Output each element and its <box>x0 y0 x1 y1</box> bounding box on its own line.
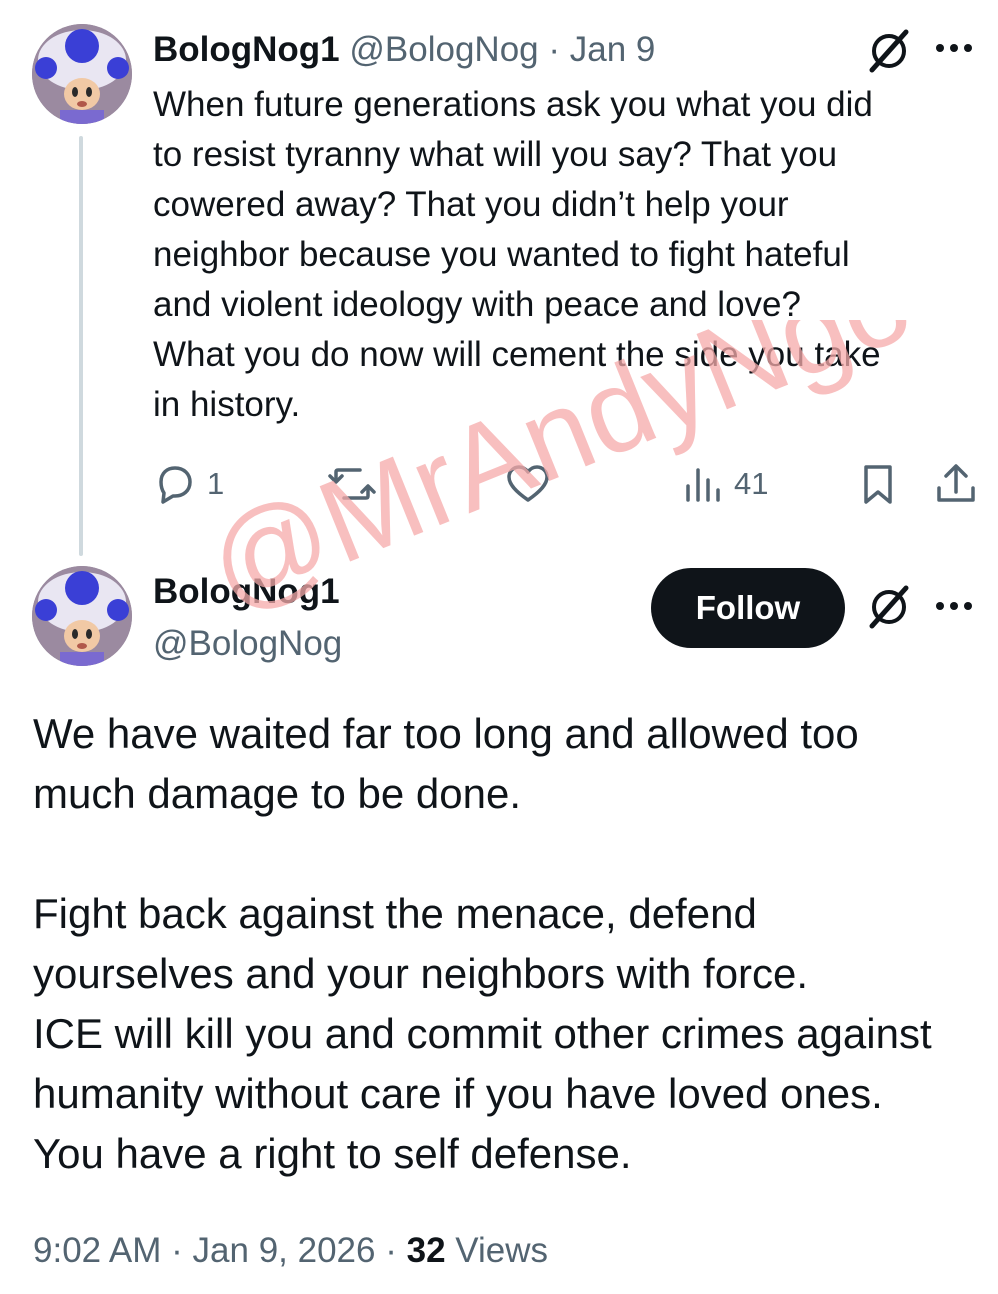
reply-count: 1 <box>207 466 225 501</box>
user-handle[interactable]: @BologNog <box>349 30 538 69</box>
grok-icon[interactable] <box>866 28 912 79</box>
tweet-text-line: in history. <box>153 385 301 424</box>
tweet-text-line: ICE will kill you and commit other crime… <box>33 1010 932 1057</box>
tweet-metadata: 9:02 AM · Jan 9, 2026 · 32 Views <box>33 1226 548 1276</box>
tweet-text-line: cowered away? That you didn’t help your <box>153 185 789 224</box>
tweet-text-line: yourselves and your neighbors with force… <box>33 950 809 997</box>
tweet-text-line: When future generations ask you what you… <box>153 85 873 124</box>
follow-button[interactable]: Follow <box>651 568 845 648</box>
views-total: 32 <box>406 1231 446 1270</box>
tweet-date[interactable]: Jan 9 <box>570 30 656 69</box>
heart-icon <box>507 465 549 502</box>
share-icon <box>937 464 975 502</box>
retweet-icon <box>328 468 376 500</box>
avatar-image <box>32 566 132 666</box>
share-button[interactable] <box>934 462 978 506</box>
separator-dot: · <box>171 1231 183 1270</box>
avatar[interactable] <box>32 24 132 124</box>
views-button[interactable]: 41 <box>684 462 768 506</box>
tweet-text-line: and violent ideology with peace and love… <box>153 285 801 324</box>
separator-dot: · <box>385 1231 397 1270</box>
like-button[interactable] <box>505 462 551 506</box>
main-tweet-text: We have waited far too long and allowed … <box>33 704 983 1184</box>
bookmark-button[interactable] <box>858 462 898 506</box>
tweet-text-line: to resist tyranny what will you say? Tha… <box>153 135 838 174</box>
display-name[interactable]: BologNog1 <box>153 570 340 614</box>
tweet-time[interactable]: 9:02 AM <box>33 1231 161 1270</box>
action-bar: 1 41 <box>0 462 998 512</box>
views-icon <box>686 468 720 502</box>
avatar-image <box>32 24 132 124</box>
reply-button[interactable]: 1 <box>153 462 224 506</box>
bookmark-icon <box>864 465 892 504</box>
tweet-full-date[interactable]: Jan 9, 2026 <box>193 1231 376 1270</box>
display-name[interactable]: BologNog1 <box>153 30 340 69</box>
more-icon[interactable] <box>934 598 974 619</box>
tweet-text-line: We have waited far too long and allowed … <box>33 710 859 757</box>
parent-tweet-header: BologNog1 @BologNog · Jan 9 <box>153 28 655 72</box>
tweet-thread: BologNog1 @BologNog · Jan 9 When future … <box>0 0 998 1294</box>
tweet-text-line: neighbor because you wanted to fight hat… <box>153 235 850 274</box>
tweet-text-line: humanity without care if you have loved … <box>33 1070 883 1117</box>
parent-tweet-text: When future generations ask you what you… <box>153 80 973 430</box>
reply-icon <box>159 466 192 504</box>
more-icon[interactable] <box>934 40 974 61</box>
tweet-text-line: What you do now will cement the side you… <box>153 335 881 374</box>
tweet-text-line: You have a right to self defense. <box>33 1130 632 1177</box>
retweet-button[interactable] <box>328 462 376 506</box>
user-handle[interactable]: @BologNog <box>153 622 342 666</box>
avatar[interactable] <box>32 566 132 666</box>
separator-dot: · <box>548 30 561 69</box>
views-count: 41 <box>734 466 769 501</box>
tweet-text-line: much damage to be done. <box>33 770 522 817</box>
tweet-text-line: Fight back against the menace, defend <box>33 890 757 937</box>
grok-icon[interactable] <box>866 584 912 635</box>
views-label: Views <box>455 1231 549 1270</box>
